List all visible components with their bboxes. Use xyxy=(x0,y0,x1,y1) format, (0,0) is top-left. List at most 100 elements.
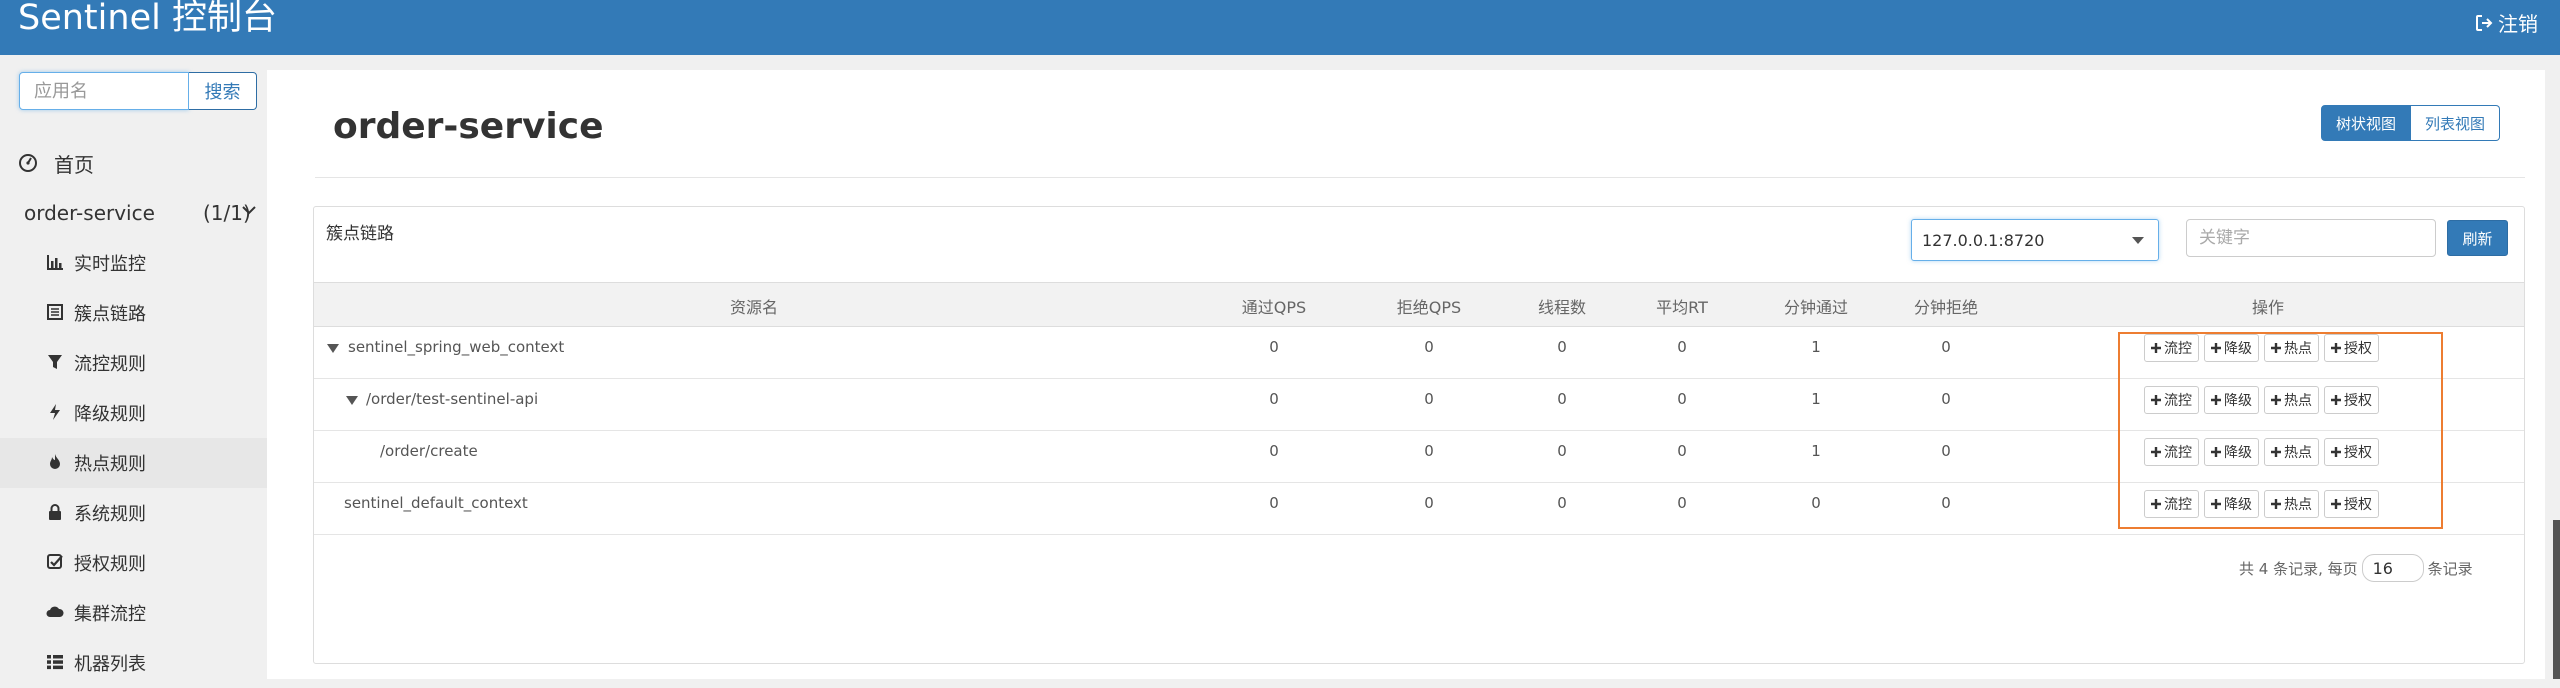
add-hotspot-rule-button[interactable]: 热点 xyxy=(2264,386,2319,414)
sidebar-item-home[interactable]: 首页 xyxy=(0,138,267,186)
add-flow-rule-button[interactable]: 流控 xyxy=(2144,386,2199,414)
add-degrade-rule-button[interactable]: 降级 xyxy=(2204,334,2259,362)
add-degrade-rule-button[interactable]: 降级 xyxy=(2204,386,2259,414)
cloud-icon xyxy=(46,606,64,617)
block-qps: 0 xyxy=(1424,442,1434,460)
plus-icon xyxy=(2151,395,2161,405)
sidebar-app-order-service[interactable]: order-service (1/1) xyxy=(0,190,267,238)
dashboard-icon xyxy=(19,154,37,172)
pass-qps: 0 xyxy=(1269,338,1279,356)
column-header: 分钟拒绝 xyxy=(1913,298,1979,317)
sidebar-item-label: 降级规则 xyxy=(74,404,146,425)
column-header: 平均RT xyxy=(1656,298,1708,317)
op-label: 流控 xyxy=(2164,497,2192,513)
fire-icon xyxy=(50,454,60,469)
op-label: 降级 xyxy=(2224,341,2252,357)
sidebar-item-system-rules[interactable]: 系统规则 xyxy=(0,488,267,538)
sidebar-item-label: 机器列表 xyxy=(74,654,146,675)
thread-count: 0 xyxy=(1557,338,1567,356)
avg-rt: 0 xyxy=(1677,338,1687,356)
tree-collapse-icon[interactable] xyxy=(327,344,339,353)
sidebar-item-cluster-flow[interactable]: 集群流控 xyxy=(0,588,267,638)
sidebar-item-hotspot-rules[interactable]: 热点规则 xyxy=(0,438,267,488)
sidebar-item-label: 流控规则 xyxy=(74,354,146,375)
row-actions: 流控 降级 热点 授权 xyxy=(2144,438,2379,466)
row-actions: 流控 降级 热点 授权 xyxy=(2144,334,2379,362)
minute-block: 0 xyxy=(1941,390,1951,408)
op-label: 热点 xyxy=(2284,497,2312,513)
op-label: 授权 xyxy=(2344,445,2372,461)
add-flow-rule-button[interactable]: 流控 xyxy=(2144,334,2199,362)
plus-icon xyxy=(2151,447,2161,457)
logout-icon xyxy=(2476,14,2493,31)
add-flow-rule-button[interactable]: 流控 xyxy=(2144,490,2199,518)
machine-select[interactable]: 127.0.0.1:8720 xyxy=(1911,219,2159,261)
plus-icon xyxy=(2271,395,2281,405)
sidebar-item-machine-list[interactable]: 机器列表 xyxy=(0,638,267,688)
sidebar-item-label: 实时监控 xyxy=(74,254,146,275)
add-hotspot-rule-button[interactable]: 热点 xyxy=(2264,490,2319,518)
op-label: 降级 xyxy=(2224,497,2252,513)
add-hotspot-rule-button[interactable]: 热点 xyxy=(2264,334,2319,362)
add-degrade-rule-button[interactable]: 降级 xyxy=(2204,438,2259,466)
op-label: 流控 xyxy=(2164,393,2192,409)
sidebar-item-flow-rules[interactable]: 流控规则 xyxy=(0,338,267,388)
add-auth-rule-button[interactable]: 授权 xyxy=(2324,438,2379,466)
resource-name: sentinel_default_context xyxy=(344,494,528,512)
app-search-input[interactable] xyxy=(19,72,189,110)
plus-icon xyxy=(2211,499,2221,509)
op-label: 热点 xyxy=(2284,445,2312,461)
keyword-input[interactable] xyxy=(2186,219,2436,257)
add-auth-rule-button[interactable]: 授权 xyxy=(2324,490,2379,518)
sidebar-item-auth-rules[interactable]: 授权规则 xyxy=(0,538,267,588)
caret-down-icon xyxy=(2132,237,2144,244)
resource-card: 簇点链路 127.0.0.1:8720 刷新 资源名 通过QPS 拒绝QPS 线… xyxy=(313,206,2525,664)
sidebar-item-degrade-rules[interactable]: 降级规则 xyxy=(0,388,267,438)
brand-title[interactable]: Sentinel 控制台 xyxy=(18,0,277,40)
th-list-icon xyxy=(47,655,63,670)
add-flow-rule-button[interactable]: 流控 xyxy=(2144,438,2199,466)
list-view-button[interactable]: 列表视图 xyxy=(2411,105,2501,141)
add-degrade-rule-button[interactable]: 降级 xyxy=(2204,490,2259,518)
column-header: 分钟通过 xyxy=(1783,298,1849,317)
avg-rt: 0 xyxy=(1677,390,1687,408)
resource-name: sentinel_spring_web_context xyxy=(348,338,565,356)
page-scrollbar[interactable] xyxy=(2553,520,2560,679)
plus-icon xyxy=(2211,343,2221,353)
sidebar-item-realtime-monitor[interactable]: 实时监控 xyxy=(0,238,267,288)
op-label: 降级 xyxy=(2224,393,2252,409)
tree-collapse-icon[interactable] xyxy=(346,396,358,405)
block-qps: 0 xyxy=(1424,494,1434,512)
tree-view-button[interactable]: 树状视图 xyxy=(2321,105,2412,141)
add-hotspot-rule-button[interactable]: 热点 xyxy=(2264,438,2319,466)
op-label: 授权 xyxy=(2344,341,2372,357)
add-auth-rule-button[interactable]: 授权 xyxy=(2324,386,2379,414)
add-auth-rule-button[interactable]: 授权 xyxy=(2324,334,2379,362)
chevron-down-icon xyxy=(242,206,256,215)
column-header: 通过QPS xyxy=(1241,298,1307,317)
logout-link[interactable]: 注销 xyxy=(2474,8,2538,37)
table-row: sentinel_spring_web_context 0 0 0 0 1 0 … xyxy=(314,327,2524,379)
view-toggle: 树状视图 列表视图 xyxy=(2321,105,2501,141)
avg-rt: 0 xyxy=(1677,494,1687,512)
sidebar-item-cluster-link[interactable]: 簇点链路 xyxy=(0,288,267,338)
block-qps: 0 xyxy=(1424,338,1434,356)
plus-icon xyxy=(2331,447,2341,457)
refresh-button[interactable]: 刷新 xyxy=(2447,220,2508,256)
minute-block: 0 xyxy=(1941,494,1951,512)
list-icon xyxy=(47,304,63,320)
minute-block: 0 xyxy=(1941,442,1951,460)
main-panel: order-service 树状视图 列表视图 簇点链路 127.0.0.1:8… xyxy=(267,70,2545,679)
flash-icon xyxy=(50,404,60,420)
app-search-button[interactable]: 搜索 xyxy=(189,72,257,110)
op-label: 授权 xyxy=(2344,497,2372,513)
pass-qps: 0 xyxy=(1269,390,1279,408)
resource-name: /order/create xyxy=(380,442,478,460)
page-size-input[interactable] xyxy=(2361,554,2424,582)
op-label: 热点 xyxy=(2284,341,2312,357)
minute-pass: 0 xyxy=(1811,494,1821,512)
app-name: order-service xyxy=(24,201,155,225)
minute-pass: 1 xyxy=(1811,390,1821,408)
thread-count: 0 xyxy=(1557,390,1567,408)
plus-icon xyxy=(2211,395,2221,405)
